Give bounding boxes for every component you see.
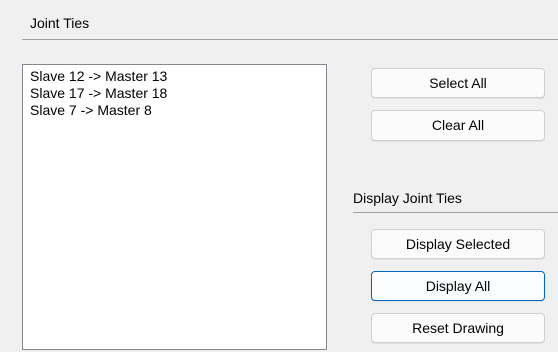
joint-ties-group-title: Joint Ties [30,15,90,31]
clear-all-button[interactable]: Clear All [371,110,545,141]
display-all-button[interactable]: Display All [371,271,545,301]
display-joint-ties-section-title: Display Joint Ties [353,190,462,206]
display-selected-button[interactable]: Display Selected [371,229,545,259]
reset-drawing-button[interactable]: Reset Drawing [371,313,545,343]
list-item[interactable]: Slave 12 -> Master 13 [30,68,326,85]
group-divider [22,39,558,40]
section-divider [353,212,558,213]
list-item[interactable]: Slave 7 -> Master 8 [30,102,326,119]
joint-ties-listbox[interactable]: Slave 12 -> Master 13 Slave 17 -> Master… [22,64,327,350]
select-all-button[interactable]: Select All [371,68,545,98]
list-item[interactable]: Slave 17 -> Master 18 [30,85,326,102]
